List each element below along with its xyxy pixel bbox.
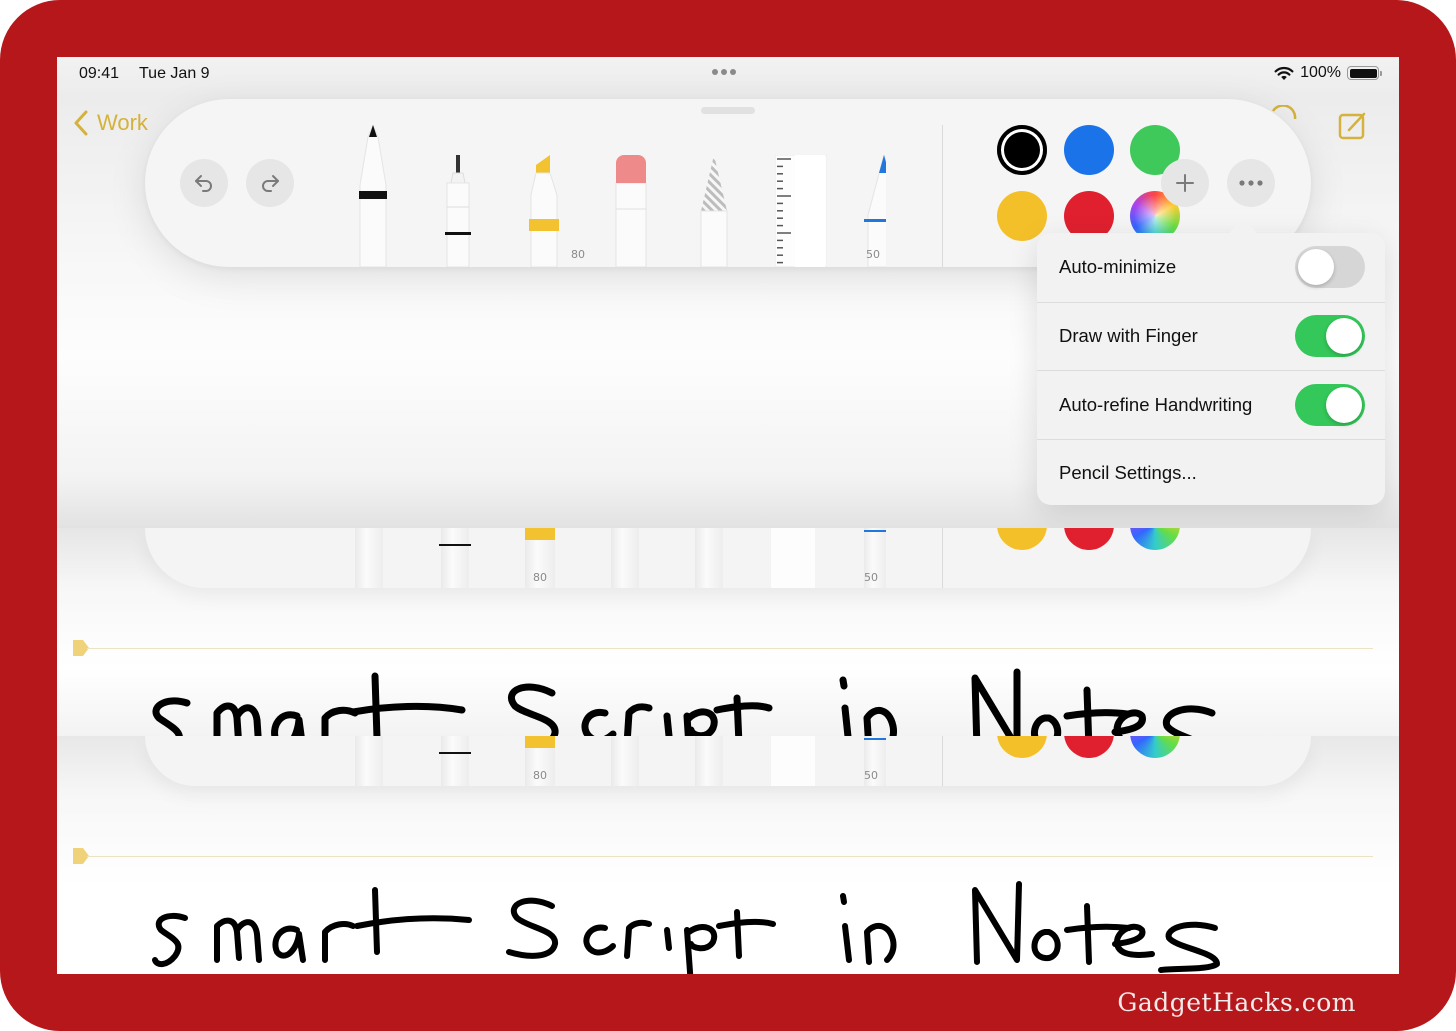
back-label: Work: [97, 110, 148, 135]
swatch-yellow[interactable]: [997, 528, 1047, 550]
guide-line: [87, 856, 1373, 857]
highlighter-opacity: 80: [533, 769, 547, 782]
auto-refine-handwriting-toggle[interactable]: [1295, 383, 1365, 426]
swatch-red[interactable]: [1064, 736, 1114, 758]
battery-icon: [1347, 66, 1382, 80]
multitasking-icon[interactable]: [712, 69, 736, 75]
plus-icon: [1176, 174, 1194, 192]
swatch-red[interactable]: [1064, 528, 1114, 550]
more-button[interactable]: [1227, 159, 1275, 207]
battery-percent: 100%: [1300, 64, 1341, 81]
tool-pencil[interactable]: 50: [864, 155, 886, 267]
swatch-color-picker[interactable]: [1130, 736, 1180, 758]
pencil-opacity: 50: [866, 248, 880, 261]
wifi-icon: [1274, 66, 1294, 80]
swatch-black[interactable]: [997, 125, 1047, 175]
tool-eraser[interactable]: [615, 155, 647, 267]
highlighter-opacity: 80: [571, 248, 585, 261]
compose-icon[interactable]: [1337, 109, 1369, 141]
tool-highlighter[interactable]: 80: [527, 155, 585, 267]
add-button[interactable]: [1161, 159, 1209, 207]
pencil-opacity: 50: [864, 571, 878, 584]
highlighter-opacity: 80: [533, 571, 547, 584]
tool-palette-partial: 80 50: [145, 736, 1311, 786]
status-time: 09:41: [79, 65, 120, 82]
status-date: Tue Jan 9: [139, 65, 210, 82]
tool-lasso[interactable]: [697, 155, 731, 267]
menu-item-label: Pencil Settings...: [1059, 462, 1197, 484]
ellipsis-icon: [1239, 180, 1263, 186]
guide-line: [87, 648, 1373, 649]
tool-pen[interactable]: [356, 123, 390, 267]
draw-with-finger-toggle[interactable]: [1295, 315, 1365, 358]
undo-button[interactable]: [180, 159, 228, 207]
swatch-blue[interactable]: [1064, 125, 1114, 175]
undo-icon: [195, 175, 212, 192]
menu-item-auto-minimize[interactable]: Auto-minimize: [1037, 233, 1385, 302]
ipad-screen: 09:41 Tue Jan 9 100% Work 80 50 Auto-min…: [57, 57, 1399, 974]
notes-panel-top: 09:41 Tue Jan 9 100% Work 80 50 Auto-min…: [57, 57, 1399, 528]
back-button[interactable]: Work: [73, 109, 148, 137]
handwriting-before: [152, 668, 1216, 736]
note-strip-before: 80 50: [57, 528, 1399, 736]
auto-minimize-toggle[interactable]: [1295, 246, 1365, 289]
tool-list: 80 50: [345, 99, 905, 267]
pen-icon: [359, 123, 387, 267]
palette-divider: [942, 125, 943, 267]
menu-item-pencil-settings[interactable]: Pencil Settings...: [1037, 438, 1385, 508]
handwriting-after: [152, 881, 1220, 974]
menu-item-auto-refine-handwriting[interactable]: Auto-refine Handwriting: [1037, 370, 1385, 439]
highlighter-icon: [529, 155, 559, 267]
tool-monoline[interactable]: [443, 155, 473, 267]
note-strip-after: 80 50: [57, 736, 1399, 974]
menu-item-draw-with-finger[interactable]: Draw with Finger: [1037, 301, 1385, 371]
swatch-color-picker[interactable]: [1130, 528, 1180, 550]
status-bar: 09:41 Tue Jan 9 100%: [57, 57, 1399, 91]
eraser-icon: [615, 155, 647, 267]
pencil-opacity: 50: [864, 769, 878, 782]
swatch-yellow[interactable]: [997, 736, 1047, 758]
palette-options-menu: Auto-minimize Draw with Finger Auto-refi…: [1037, 233, 1385, 505]
tool-palette-partial: 80 50: [145, 528, 1311, 588]
lasso-icon: [700, 155, 728, 267]
menu-item-label: Draw with Finger: [1059, 325, 1198, 347]
menu-item-label: Auto-refine Handwriting: [1059, 393, 1253, 415]
status-right: 100%: [1274, 64, 1382, 82]
redo-icon: [262, 175, 279, 192]
watermark: GadgetHacks.com: [1117, 988, 1356, 1017]
redo-button[interactable]: [246, 159, 294, 207]
monoline-icon: [445, 155, 471, 267]
chevron-left-icon: [74, 110, 88, 136]
ruler-icon: [774, 154, 828, 267]
tool-ruler[interactable]: [774, 154, 828, 267]
menu-item-label: Auto-minimize: [1059, 256, 1177, 278]
